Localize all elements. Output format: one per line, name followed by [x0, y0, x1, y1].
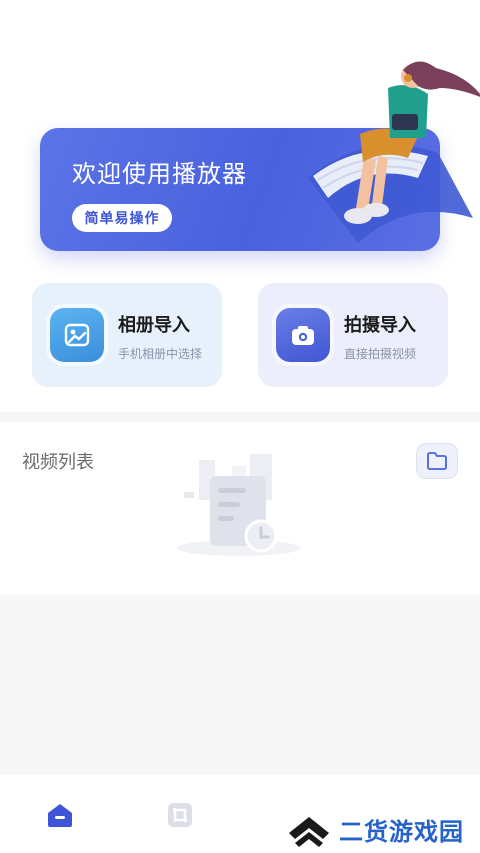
section-divider: [0, 412, 480, 422]
camera-import-title: 拍摄导入: [344, 315, 416, 336]
site-watermark: 二货游戏园: [285, 806, 480, 853]
empty-list-illustration: [177, 454, 301, 556]
banner-title: 欢迎使用播放器: [72, 160, 247, 188]
camera-icon: [276, 308, 330, 362]
camera-import-card[interactable]: 拍摄导入 直接拍摄视频: [258, 283, 448, 387]
watermark-text: 二货游戏园: [339, 818, 464, 846]
folder-icon: [427, 452, 447, 470]
chevron-up-logo-icon: [289, 816, 329, 847]
welcome-banner[interactable]: 欢迎使用播放器 简单易操作: [40, 61, 480, 251]
list-empty-area: [0, 595, 480, 775]
video-list-title: 视频列表: [22, 452, 94, 473]
banner-easy-button[interactable]: 简单易操作: [72, 204, 172, 232]
reading-girl-illustration: [308, 61, 480, 243]
gallery-icon: [50, 308, 104, 362]
album-import-card[interactable]: 相册导入 手机相册中选择: [32, 283, 222, 387]
camera-import-subtitle: 直接拍摄视频: [344, 347, 417, 361]
album-import-subtitle: 手机相册中选择: [118, 347, 203, 361]
home-icon[interactable]: [47, 802, 73, 828]
folder-button[interactable]: [416, 443, 458, 479]
crop-icon[interactable]: [167, 802, 193, 828]
album-import-title: 相册导入: [118, 315, 190, 336]
